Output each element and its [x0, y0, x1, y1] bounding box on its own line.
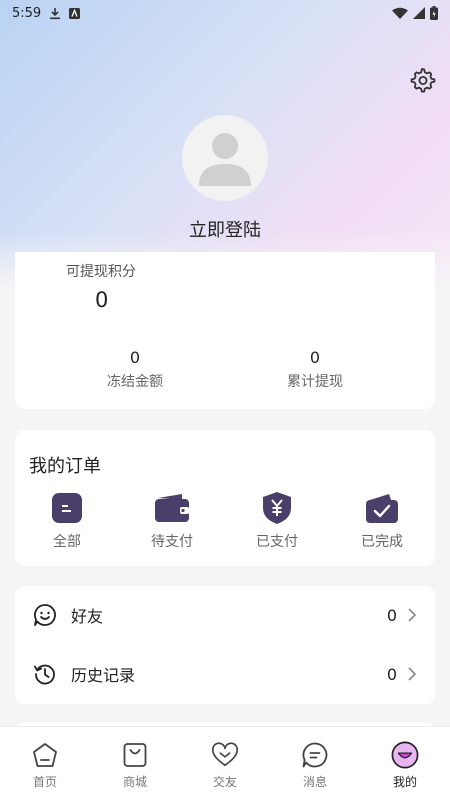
bottom-tab-bar: 首页 商城 交友 消息 我的	[0, 726, 450, 800]
tab-mall-label: 商城	[122, 775, 147, 789]
tab-home[interactable]: 首页	[0, 727, 90, 800]
list-item-history[interactable]: 历史记录 0	[15, 645, 435, 703]
withdrawable-points-label: 可提现积分	[66, 264, 136, 280]
frozen-amount-value: 0	[129, 348, 141, 367]
chevron-right-icon	[408, 667, 417, 681]
settings-button[interactable]	[408, 66, 436, 94]
app-notification-icon	[69, 7, 81, 19]
tab-mall[interactable]: 商城	[90, 727, 180, 800]
tab-messages-label: 消息	[302, 775, 327, 789]
profile-face-icon	[391, 741, 419, 769]
tab-dating-label: 交友	[212, 775, 237, 789]
order-completed-button[interactable]: 已完成	[342, 490, 422, 551]
frozen-amount-stat[interactable]: 0 冻结金额	[75, 348, 195, 391]
frozen-amount-label: 冻结金额	[107, 374, 163, 390]
list-item-history-count: 0	[386, 664, 397, 684]
order-pending-payment-label: 待支付	[151, 534, 193, 550]
order-all-label: 全部	[53, 534, 81, 550]
default-user-icon	[199, 133, 251, 186]
order-paid-label: 已支付	[256, 534, 298, 550]
wifi-icon	[392, 7, 408, 19]
tab-messages[interactable]: 消息	[270, 727, 360, 800]
total-withdrawn-label: 累计提现	[287, 374, 343, 390]
tab-dating[interactable]: 交友	[180, 727, 270, 800]
order-all-button[interactable]: 全部	[27, 490, 107, 551]
battery-icon	[430, 6, 438, 20]
tab-mine-label: 我的	[392, 775, 417, 789]
order-pending-payment-button[interactable]: 待支付	[132, 490, 212, 551]
list-item-friends-count: 0	[386, 605, 397, 625]
list-item-friends-label: 好友	[71, 607, 104, 626]
list-item-history-label: 历史记录	[71, 666, 136, 685]
status-time: 5:59	[12, 5, 42, 21]
chevron-right-icon	[408, 608, 417, 622]
total-withdrawn-stat[interactable]: 0 累计提现	[255, 348, 375, 391]
total-withdrawn-value: 0	[309, 348, 321, 367]
avatar[interactable]	[182, 115, 268, 201]
yen-shield-icon	[263, 492, 291, 524]
order-paid-button[interactable]: 已支付	[237, 490, 317, 551]
menu-list-card: 好友 0 历史记录 0	[15, 586, 435, 704]
download-icon	[50, 7, 61, 19]
status-bar: 5:59	[0, 0, 450, 26]
message-icon	[302, 742, 328, 768]
check-wallet-icon	[366, 494, 398, 523]
home-icon	[33, 743, 57, 767]
wallet-icon	[155, 494, 189, 522]
tab-home-label: 首页	[32, 775, 57, 789]
orders-card: 我的订单 全部 待支付 已支付 已完成	[15, 430, 435, 566]
order-completed-label: 已完成	[361, 534, 403, 550]
gear-icon	[410, 68, 436, 93]
login-link[interactable]: 立即登陆	[0, 216, 450, 242]
points-card: 可提现积分 0 0 冻结金额 0 累计提现	[15, 252, 435, 409]
heart-icon	[212, 742, 238, 767]
tab-mine[interactable]: 我的	[360, 727, 450, 800]
signal-icon	[413, 7, 425, 19]
withdrawable-points-value: 0	[95, 288, 109, 312]
all-orders-icon	[52, 493, 82, 523]
list-item-friends[interactable]: 好友 0	[15, 586, 435, 644]
history-icon	[33, 664, 55, 685]
shopping-bag-icon	[123, 743, 147, 767]
orders-title: 我的订单	[29, 456, 101, 477]
smile-chat-icon	[34, 604, 56, 626]
